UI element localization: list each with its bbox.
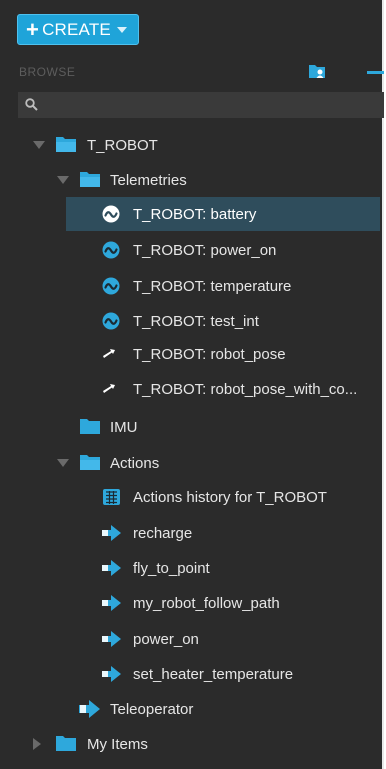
tree-item-label: my_robot_follow_path <box>133 594 280 612</box>
tree-item-label: IMU <box>110 418 138 436</box>
folder-user-icon[interactable] <box>308 63 326 79</box>
tree-item-label: T_ROBOT: temperature <box>133 277 292 295</box>
create-button[interactable]: + CREATE <box>17 14 139 45</box>
expand-arrow-icon[interactable] <box>57 176 69 184</box>
history-grid-icon <box>103 489 120 505</box>
telemetry-item-temperature[interactable]: T_ROBOT: temperature <box>0 269 382 303</box>
expand-arrow-icon[interactable] <box>33 738 41 750</box>
action-item-recharge[interactable]: recharge <box>0 516 382 550</box>
telemetry-wave-icon <box>102 241 120 259</box>
tree-item-label: set_heater_temperature <box>133 665 294 683</box>
telemetry-wave-icon <box>102 312 120 330</box>
telemetry-item-test-int[interactable]: T_ROBOT: test_int <box>0 304 382 338</box>
telemetry-item-robot-pose-with-covariance[interactable]: T_ROBOT: robot_pose_with_co... <box>0 372 382 406</box>
tree-item-label: T_ROBOT: power_on <box>133 241 277 259</box>
tree-item-label: power_on <box>133 630 199 648</box>
tree-item-my-items[interactable]: My Items <box>0 727 382 761</box>
telemetry-item-battery[interactable]: T_ROBOT: battery <box>66 197 380 231</box>
tree-item-label: T_ROBOT <box>87 136 158 154</box>
action-arrow-icon <box>102 560 121 576</box>
tree-item-telemetries[interactable]: Telemetries <box>0 163 382 197</box>
collapse-icon[interactable] <box>367 71 384 74</box>
search-input[interactable] <box>44 92 378 120</box>
browse-header-label: BROWSE <box>19 65 76 79</box>
tree-item-actions[interactable]: Actions <box>0 446 382 480</box>
folder-open-icon <box>80 172 100 187</box>
telemetry-wave-icon <box>102 205 120 223</box>
create-button-label: CREATE <box>42 19 111 39</box>
tree-item-label: Actions <box>110 454 160 472</box>
action-item-my-robot-follow-path[interactable]: my_robot_follow_path <box>0 586 382 620</box>
pose-arrow-icon <box>103 384 115 393</box>
action-arrow-icon <box>102 525 121 541</box>
action-item-history[interactable]: Actions history for T_ROBOT <box>0 480 382 514</box>
search-bar[interactable] <box>18 92 384 120</box>
action-item-set-heater-temperature[interactable]: set_heater_temperature <box>0 657 382 691</box>
telemetry-item-robot-pose[interactable]: T_ROBOT: robot_pose <box>0 337 382 371</box>
tree-item-label: T_ROBOT: robot_pose <box>133 345 286 363</box>
tree-item-t-robot[interactable]: T_ROBOT <box>0 128 382 162</box>
telemetry-item-power-on[interactable]: T_ROBOT: power_on <box>0 233 382 267</box>
tree-item-label: T_ROBOT: test_int <box>133 312 259 330</box>
folder-open-icon <box>56 137 76 152</box>
tree-item-label: Telemetries <box>110 171 187 189</box>
expand-arrow-icon[interactable] <box>33 141 45 149</box>
action-item-power-on[interactable]: power_on <box>0 622 382 656</box>
action-arrow-icon <box>102 595 121 611</box>
tree-item-label: Teleoperator <box>110 700 194 718</box>
action-arrow-icon <box>102 631 121 647</box>
action-item-fly-to-point[interactable]: fly_to_point <box>0 551 382 585</box>
tree-item-imu[interactable]: IMU <box>0 410 382 444</box>
search-icon <box>25 98 38 111</box>
tree-item-label: T_ROBOT: battery <box>133 205 257 223</box>
browse-panel: + CREATE BROWSE T_ROBOT Telemetries T_RO… <box>0 0 384 769</box>
plus-icon: + <box>26 16 40 42</box>
telemetry-wave-icon <box>102 277 120 295</box>
folder-icon <box>56 736 76 751</box>
chevron-down-icon <box>116 26 127 33</box>
folder-open-icon <box>80 455 100 470</box>
tree-item-label: recharge <box>133 524 193 542</box>
tree-item-label: fly_to_point <box>133 559 210 577</box>
folder-icon <box>80 419 100 434</box>
tree-item-label: My Items <box>87 735 148 753</box>
tree-item-label: T_ROBOT: robot_pose_with_co... <box>133 380 358 398</box>
expand-arrow-icon[interactable] <box>57 459 69 467</box>
tree-item-teleoperator[interactable]: Teleoperator <box>0 692 382 726</box>
teleoperator-icon <box>79 700 100 718</box>
pose-arrow-icon <box>103 349 115 358</box>
tree-item-label: Actions history for T_ROBOT <box>133 488 327 506</box>
action-arrow-icon <box>102 666 121 682</box>
